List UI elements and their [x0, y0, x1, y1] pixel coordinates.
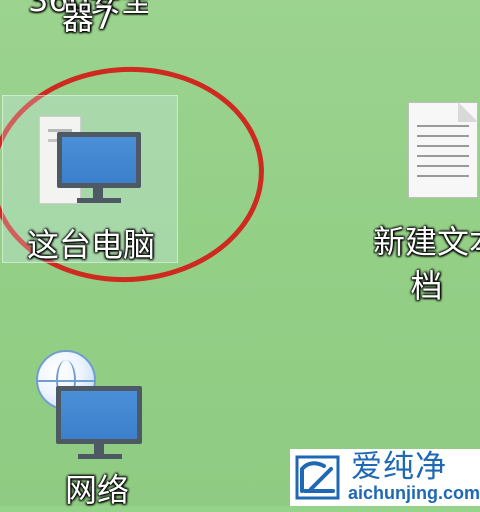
desktop-icon-text-document[interactable]: 新建文本 档 [373, 102, 480, 312]
network-monitor-stand [94, 444, 104, 454]
aichunjing-logo-icon [295, 455, 340, 500]
desktop-icon-this-pc[interactable]: 这台电脑 [2, 95, 178, 264]
computer-monitor-stand [93, 188, 103, 198]
desktop-background: 360安全浏览 器7 这台电脑 新建文本 档 网络 [0, 0, 480, 509]
watermark-title: 爱纯净 [351, 449, 447, 485]
desktop-icon-browser[interactable]: 360安全浏览 器7 [28, 0, 148, 68]
computer-monitor-screen [62, 137, 136, 183]
watermark-url: aichunjing.com [348, 483, 480, 503]
browser-icon-label-line-2: 器7 [61, 0, 115, 37]
site-watermark: 爱纯净 aichunjing.com [290, 449, 480, 506]
desktop-computer-icon [35, 108, 147, 208]
computer-monitor-base [77, 198, 121, 203]
network-monitor-base [78, 454, 122, 459]
network-monitor-screen [61, 391, 137, 439]
text-document-label-line-2: 档 [410, 267, 443, 305]
this-pc-label: 这台电脑 [26, 226, 155, 264]
computer-monitor-icon [57, 132, 141, 188]
network-monitor-icon [56, 386, 142, 444]
text-document-icon [408, 102, 478, 198]
text-document-lines [417, 117, 469, 185]
network-label: 网络 [64, 471, 129, 509]
text-document-label-line-1: 新建文本 [373, 223, 480, 261]
desktop-icon-network[interactable]: 网络 [28, 350, 158, 509]
